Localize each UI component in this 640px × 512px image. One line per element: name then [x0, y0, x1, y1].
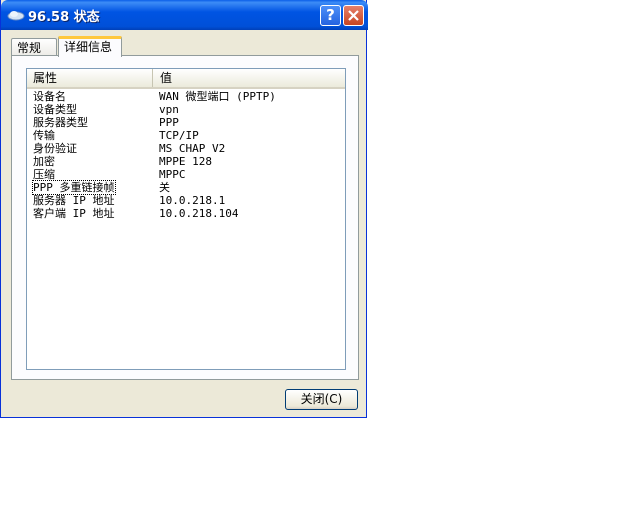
close-icon	[348, 10, 359, 21]
details-list[interactable]: 属性 值 设备名 WAN 微型端口 (PPTP) 设备类型 vpn 服务器类型 …	[26, 68, 346, 370]
row-value: 10.0.218.104	[159, 207, 239, 220]
row-property: PPP 多重链接帧	[32, 180, 116, 195]
row-property: 客户端 IP 地址	[33, 207, 115, 220]
list-row[interactable]: 传输 TCP/IP	[27, 129, 345, 142]
list-row-focused[interactable]: PPP 多重链接帧 关	[27, 180, 345, 195]
row-property: 加密	[33, 155, 55, 168]
row-value: MPPE 128	[159, 155, 212, 168]
list-row[interactable]: 设备名 WAN 微型端口 (PPTP)	[27, 90, 345, 103]
row-property: 压缩	[33, 168, 55, 181]
row-property: 服务器类型	[33, 116, 88, 129]
tab-details[interactable]: 详细信息	[58, 36, 122, 57]
row-value: vpn	[159, 103, 179, 116]
row-value: 关	[159, 181, 170, 194]
row-value: WAN 微型端口 (PPTP)	[159, 90, 276, 103]
column-header-value[interactable]: 值	[154, 69, 344, 87]
row-property: 身份验证	[33, 142, 77, 155]
row-property: 服务器 IP 地址	[33, 194, 115, 207]
row-property: 设备类型	[33, 103, 77, 116]
close-window-button[interactable]	[343, 5, 364, 26]
window-title: 96.58 状态	[28, 10, 100, 25]
list-row[interactable]: 服务器 IP 地址 10.0.218.1	[27, 194, 345, 207]
tab-general[interactable]: 常规	[11, 38, 57, 56]
help-button[interactable]: ?	[320, 5, 341, 26]
list-row[interactable]: 身份验证 MS CHAP V2	[27, 142, 345, 155]
list-row[interactable]: 服务器类型 PPP	[27, 116, 345, 129]
list-rows: 设备名 WAN 微型端口 (PPTP) 设备类型 vpn 服务器类型 PPP 传…	[27, 90, 345, 220]
details-tab-panel: 属性 值 设备名 WAN 微型端口 (PPTP) 设备类型 vpn 服务器类型 …	[11, 55, 359, 380]
row-value: MPPC	[159, 168, 186, 181]
row-value: 10.0.218.1	[159, 194, 226, 207]
status-dialog: 96.58 状态 ? 常规 详细信息 属性 值 设备名 WAN 微型端口 (PP…	[0, 0, 368, 418]
row-value: PPP	[159, 116, 179, 129]
list-row[interactable]: 客户端 IP 地址 10.0.218.104	[27, 207, 345, 220]
row-property: 设备名	[33, 90, 66, 103]
help-icon: ?	[326, 6, 335, 24]
network-connection-icon	[7, 11, 25, 21]
row-property: 传输	[33, 129, 55, 142]
list-row[interactable]: 设备类型 vpn	[27, 103, 345, 116]
row-value: TCP/IP	[159, 129, 199, 142]
row-value: MS CHAP V2	[159, 142, 226, 155]
list-header: 属性 值	[27, 69, 345, 89]
list-row[interactable]: 压缩 MPPC	[27, 168, 345, 181]
close-button[interactable]: 关闭(C)	[285, 389, 358, 410]
list-row[interactable]: 加密 MPPE 128	[27, 155, 345, 168]
column-header-property[interactable]: 属性	[27, 69, 153, 87]
title-bar[interactable]: 96.58 状态 ?	[1, 0, 368, 30]
